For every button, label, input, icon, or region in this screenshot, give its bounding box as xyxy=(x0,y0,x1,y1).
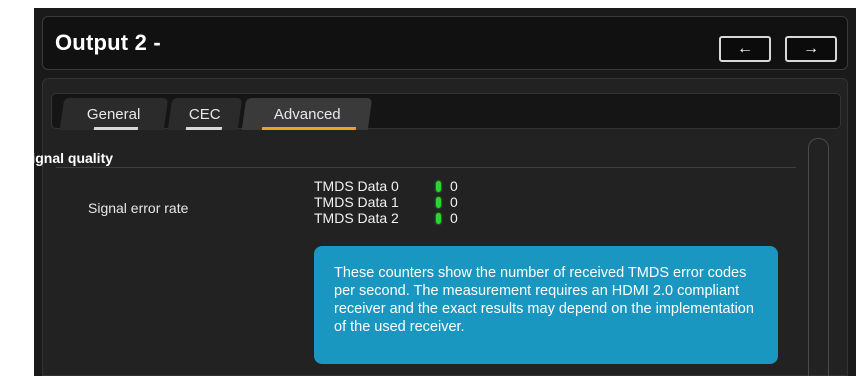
tmds-counter-row: TMDS Data 0 0 xyxy=(314,178,458,194)
tab-general-indicator xyxy=(93,127,139,130)
tab-cec-indicator xyxy=(185,127,223,130)
tab-general[interactable]: General xyxy=(59,98,169,130)
info-tooltip: These counters show the number of receiv… xyxy=(314,246,778,364)
arrow-right-icon: → xyxy=(803,40,819,57)
section-title: Signal quality xyxy=(22,150,114,166)
tmds-counter-value: 0 xyxy=(450,178,458,194)
previous-output-button[interactable]: ← xyxy=(719,36,771,62)
tmds-counter-row: TMDS Data 2 0 xyxy=(314,210,458,226)
status-led-icon xyxy=(436,196,441,208)
tab-general-label: General xyxy=(87,105,141,123)
page-title: Output 2 - xyxy=(55,30,161,55)
arrow-left-icon: ← xyxy=(737,40,753,57)
tmds-counter-row: TMDS Data 1 0 xyxy=(314,194,458,210)
tab-cec-label: CEC xyxy=(189,105,221,123)
status-led-icon xyxy=(436,180,441,192)
status-led-icon xyxy=(436,212,441,224)
tmds-counter-value: 0 xyxy=(450,210,458,226)
tmds-counter-name: TMDS Data 2 xyxy=(314,210,399,226)
panel-header: Output 2 - ← → xyxy=(42,16,848,70)
tmds-counter-value: 0 xyxy=(450,194,458,210)
section-divider xyxy=(56,167,796,168)
tab-advanced-label: Advanced xyxy=(273,105,341,123)
tab-advanced[interactable]: Advanced xyxy=(241,98,373,130)
tmds-counter-name: TMDS Data 1 xyxy=(314,194,399,210)
tab-advanced-indicator xyxy=(261,127,357,130)
signal-error-rate-label: Signal error rate xyxy=(88,200,189,216)
next-output-button[interactable]: → xyxy=(785,36,837,62)
tmds-counter-list: TMDS Data 0 0 TMDS Data 1 0 TMDS Data 2 … xyxy=(314,178,458,226)
tmds-counter-name: TMDS Data 0 xyxy=(314,178,399,194)
tab-bar: General CEC Advanced xyxy=(51,93,841,130)
tab-cec[interactable]: CEC xyxy=(167,98,243,130)
vertical-scrollbar[interactable] xyxy=(808,138,829,376)
